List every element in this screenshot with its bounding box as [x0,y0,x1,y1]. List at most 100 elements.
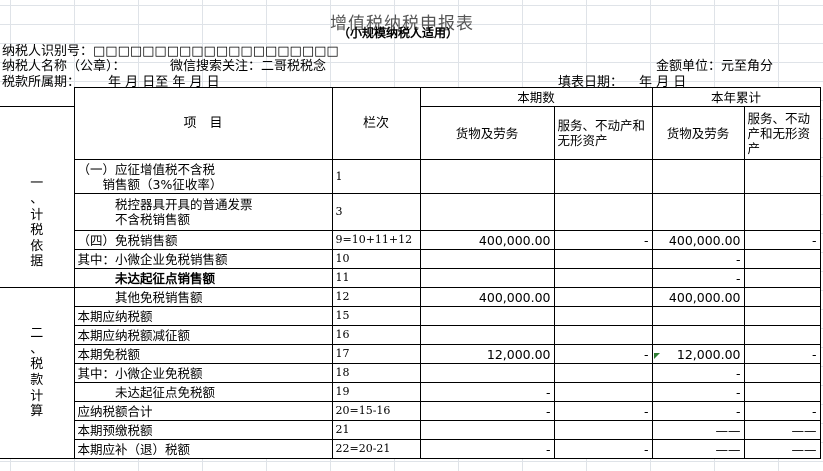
ytd-services[interactable] [743,325,821,345]
this-period-services[interactable]: - [553,230,653,250]
ytd-services[interactable] [743,159,821,194]
table-row: 本期预缴税额 21 —— —— [0,420,821,440]
this-period-services[interactable] [553,306,653,326]
table-row: 本期应补（退）税额 22=20-21- - —— —— [0,439,821,459]
this-period-goods[interactable]: 400,000.00 [419,230,555,250]
ytd-services[interactable] [743,249,821,269]
ytd-goods[interactable]: - [651,382,745,402]
ytd-goods[interactable]: - [651,268,745,288]
ytd-services[interactable]: —— [743,420,821,440]
form-subtitle: （小规模纳税人适用） [338,26,459,40]
this-period-services[interactable] [553,159,653,194]
this-period-services[interactable]: - [553,344,653,364]
ytd-services[interactable]: - [743,344,821,364]
table-row: 税控器具开具的普通发票 不含税销售额 3 [0,193,821,231]
ytd-goods[interactable]: - [651,249,745,269]
this-period-services[interactable] [553,268,653,288]
row-no: 21 [331,420,421,440]
this-period-goods[interactable] [419,363,555,383]
table-body: 一 、 计 税 依 据（一）应征增值税不含税 销售额（3%征收率） 1 税控器具开… [0,159,821,459]
this-period-goods[interactable] [419,306,555,326]
services-header-1: 服务、不动产和无形资产 [553,106,653,160]
row-no: 11 [331,268,421,288]
row-item: 其中：小微企业免税额 [73,363,333,383]
table-row: 二 、 税 款 计 算 其他免税销售额 12 400,000.00 400,000.0… [0,287,821,459]
this-period-goods[interactable]: 400,000.00 [419,287,555,307]
ytd-goods[interactable] [651,193,745,231]
row-item: （一）应征增值税不含税 销售额（3%征收率） [73,159,333,194]
row-no: 3 [331,193,421,231]
tax-return-table: 项 目 栏次 本期数 本年累计 货物及劳务 服务、不动产和无形资产 货物及劳务 … [0,87,821,459]
row-no: 15 [331,306,421,326]
row-item: 应纳税额合计 [73,401,333,421]
ytd-goods[interactable] [651,306,745,326]
this-period-services[interactable] [553,382,653,402]
row-item: 本期应纳税额 [73,306,333,326]
table-row: 未达起征点销售额 11 - [0,268,821,288]
row-item: 其他免税销售额 [73,287,333,307]
this-period-services[interactable] [553,287,653,307]
table-row: 其中：小微企业免税销售额 10 - [0,249,821,269]
row-no: 17 [331,344,421,364]
ytd-goods[interactable]: - [651,363,745,383]
row-item: 未达起征点销售额 [73,268,333,288]
this-period-goods[interactable] [419,249,555,269]
row-no: 20=15-16 [331,401,421,421]
blank-corner [0,87,75,107]
section-2-label: 二 、 税 款 计 算 [0,287,75,459]
row-item: （四）免税销售额 [73,230,333,250]
col-item-header: 项 目 [73,87,333,160]
ytd-services[interactable] [743,382,821,402]
ytd-goods[interactable]: —— [651,439,745,459]
ytd-services[interactable] [743,306,821,326]
table-row: （四）免税销售额 9=10+11+12 400,000.00-400,000.00- [0,230,821,250]
this-period-goods[interactable] [419,159,555,194]
ytd-services[interactable] [743,268,821,288]
this-period-services[interactable] [553,363,653,383]
this-period-services[interactable] [553,420,653,440]
this-period-goods[interactable]: - [419,439,555,459]
this-period-services[interactable]: - [553,439,653,459]
row-no: 9=10+11+12 [331,230,421,250]
this-period-goods[interactable] [419,268,555,288]
services-header-2: 服务、不动产和无形资产 [743,106,821,160]
this-period-goods[interactable] [419,325,555,345]
table-row: 应纳税额合计 20=15-16- - - - [0,401,821,421]
row-no: 1 [331,159,421,194]
row-no: 22=20-21 [331,439,421,459]
table-row: 未达起征点免税额 19- - [0,382,821,402]
row-item: 本期应补（退）税额 [73,439,333,459]
ytd-goods[interactable]: 12,000.00 [651,344,745,364]
ytd-goods[interactable]: 400,000.00 [651,287,745,307]
this-period-services[interactable]: - [553,401,653,421]
this-period-goods[interactable]: - [419,401,555,421]
this-period-services[interactable] [553,325,653,345]
ytd-goods[interactable]: —— [651,420,745,440]
row-item: 本期免税额 [73,344,333,364]
ytd-goods[interactable]: - [651,401,745,421]
ytd-goods[interactable] [651,325,745,345]
row-no: 16 [331,325,421,345]
ytd-services[interactable] [743,287,821,307]
this-period-goods[interactable]: - [419,382,555,402]
this-period-goods[interactable]: 12,000.00 [419,344,555,364]
ytd-header: 本年累计 [651,87,821,107]
this-period-goods[interactable] [419,420,555,440]
ytd-goods[interactable]: 400,000.00 [651,230,745,250]
goods-header-1: 货物及劳务 [419,106,555,160]
row-item: 其中：小微企业免税销售额 [73,249,333,269]
row-no: 18 [331,363,421,383]
goods-header-2: 货物及劳务 [651,106,745,160]
this-period-goods[interactable] [419,193,555,231]
ytd-services[interactable]: —— [743,439,821,459]
col-no-header: 栏次 [331,87,421,160]
this-period-services[interactable] [553,249,653,269]
ytd-services[interactable]: - [743,401,821,421]
table-row: 本期应纳税额减征额 16 [0,325,821,345]
ytd-services[interactable] [743,363,821,383]
ytd-services[interactable]: - [743,230,821,250]
ytd-goods[interactable] [651,159,745,194]
this-period-services[interactable] [553,193,653,231]
ytd-services[interactable] [743,193,821,231]
table-row: 其中：小微企业免税额 18 - [0,363,821,383]
